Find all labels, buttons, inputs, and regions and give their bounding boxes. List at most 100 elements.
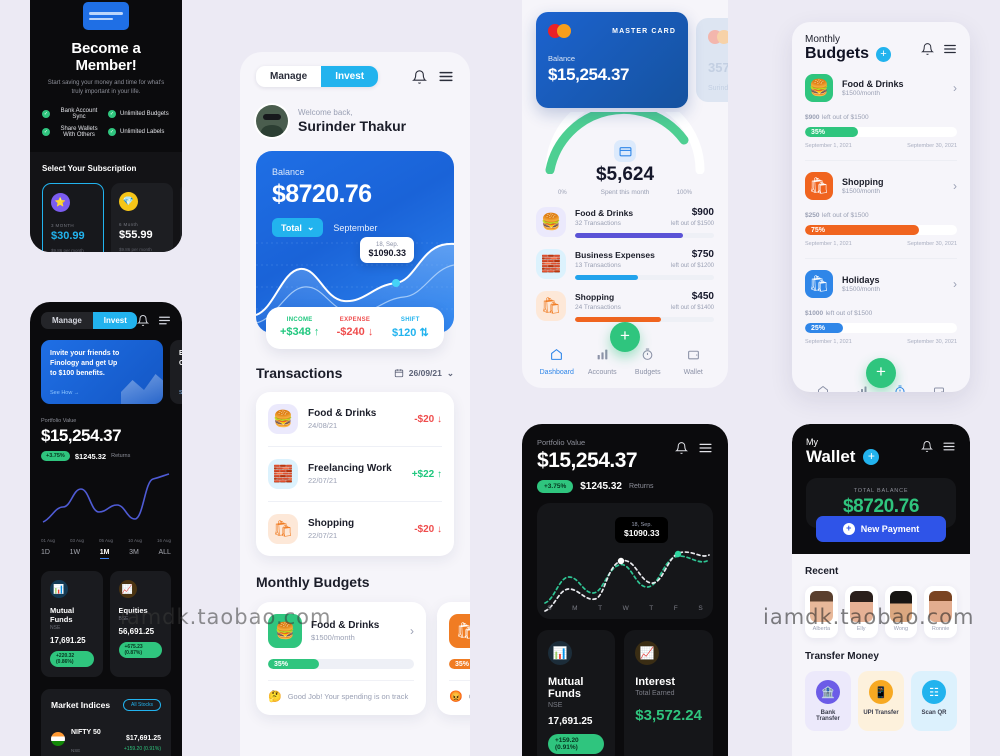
food-icon: 🍔 — [268, 614, 302, 648]
tile-interest[interactable]: 📈 Interest Total Earned $3,572.24 — [624, 630, 713, 756]
avatar[interactable] — [256, 105, 288, 137]
credit-card-back[interactable]: 3571 Surinder T — [696, 18, 728, 102]
hamburger-icon[interactable] — [438, 70, 454, 83]
tab-invest[interactable]: Invest — [92, 312, 137, 329]
feature-item: ✓ Unlimited Budgets — [108, 108, 170, 120]
nav-dashboard[interactable]: Dashboard — [534, 348, 580, 376]
add-button[interactable]: + — [610, 322, 640, 352]
budget-note-text: Oops — [469, 692, 470, 701]
budget-carousel[interactable]: 🍔 Food & Drinks $1500/month › 35% 🤔 Good… — [256, 602, 470, 715]
transfer-option-upi[interactable]: 📱 UPI Transfer — [858, 671, 904, 731]
range-selector[interactable]: 1D 1W 1M 3M ALL — [41, 549, 171, 559]
spending-row[interactable]: 🍔 Food & Drinks $900 32 Transactions lef… — [536, 207, 714, 238]
transfer-option-qr[interactable]: ☷ Scan QR — [911, 671, 957, 731]
promo-link[interactable]: See How → — [50, 390, 79, 396]
contact-card[interactable]: Elly — [844, 586, 878, 638]
add-button[interactable]: + — [866, 358, 896, 388]
hamburger-icon[interactable] — [942, 441, 956, 452]
transfer-money-section: Transfer Money 🏦 Bank Transfer 📱 UPI Tra… — [805, 651, 957, 731]
bell-icon[interactable] — [137, 314, 149, 327]
budget-item-holidays[interactable]: 🛍 Holidays $1500/month › $1000 left out … — [805, 259, 957, 356]
hamburger-icon[interactable] — [943, 43, 957, 55]
budget-sub: $1500/month — [842, 188, 880, 195]
range-3m[interactable]: 3M — [129, 549, 139, 559]
transaction-row[interactable]: 🍔 Food & Drinks 24/08/21 -$20 ↓ — [268, 392, 442, 447]
contact-card[interactable]: Alberta — [805, 586, 838, 638]
transfer-option-bank[interactable]: 🏦 Bank Transfer — [805, 671, 851, 731]
spending-amount: $900 — [691, 207, 714, 218]
budget-card-food[interactable]: 🍔 Food & Drinks $1500/month › 35% 🤔 Good… — [256, 602, 426, 715]
add-icon[interactable]: + — [876, 46, 891, 62]
welcome-block: Welcome back, Surinder Thakur — [256, 105, 454, 137]
range-all[interactable]: ALL — [158, 549, 170, 559]
wallet-title-big: Wallet — [806, 447, 856, 466]
spending-amount: $750 — [691, 249, 714, 260]
transaction-row[interactable]: 🧱 Freelancing Work 22/07/21 +$22 ↑ — [268, 447, 442, 502]
hamburger-icon[interactable] — [698, 442, 713, 454]
bell-icon[interactable] — [921, 42, 934, 56]
nav-budgets[interactable]: Budgets — [625, 348, 671, 376]
transactions-date-picker[interactable]: 26/09/21 ⌄ — [394, 368, 454, 379]
tile-sub: Total Earned — [635, 690, 675, 697]
plan-card-12-month[interactable]: 👑 12 Month $99.99 $9.86 per month — [180, 183, 182, 252]
chevron-right-icon[interactable]: › — [953, 81, 957, 95]
recent-contacts[interactable]: Alberta Elly Wong Ronnie — [805, 586, 957, 638]
range-1w[interactable]: 1W — [70, 549, 81, 559]
index-row[interactable]: NIFTY 50 NSE $17,691.25 +159.20 (0.91%) — [51, 721, 161, 756]
home-icon — [551, 348, 563, 360]
bell-icon[interactable] — [921, 440, 933, 453]
plan-card-6-month[interactable]: 💎 6 Month $55.99 $9.86 per month — [111, 183, 173, 252]
budget-sub: $1500/month — [842, 286, 880, 293]
plan-card-3-month[interactable]: ⭐ 3 MONTH $30.99 $9.86 per month — [42, 183, 104, 252]
credit-card-front[interactable]: MASTER CARD Balance $15,254.37 — [536, 12, 688, 108]
contact-card[interactable]: Wong — [884, 586, 918, 638]
bottom-nav[interactable]: + Dashboard Accounts Budgets Wallet — [792, 358, 970, 392]
tab-manage[interactable]: Manage — [41, 312, 93, 329]
range-1m[interactable]: 1M — [99, 549, 110, 559]
hamburger-icon[interactable] — [158, 315, 171, 326]
tile-equities[interactable]: 📈 Equities BSE 56,691.25 +675.23 (0.87%) — [109, 571, 171, 677]
tile-mutual-funds[interactable]: 📊 Mutual Funds NSE 17,691.25 +159.20 (0.… — [537, 630, 616, 756]
promo-card-interest[interactable]: Earn Interest on Idle Cash. See How → — [170, 340, 182, 404]
tab-manage[interactable]: Manage — [256, 66, 321, 87]
nav-wallet[interactable]: Wallet — [920, 384, 959, 392]
bell-icon[interactable] — [412, 69, 427, 85]
nav-dashboard[interactable]: Dashboard — [804, 384, 843, 392]
card-carousel[interactable]: 3571 Surinder T MASTER CARD Balance $15,… — [536, 4, 728, 108]
diamond-icon: 💎 — [119, 192, 138, 211]
feature-label: Bank Account Sync — [60, 108, 98, 120]
contact-card[interactable]: Ronnie — [924, 586, 957, 638]
new-payment-button[interactable]: + New Payment — [816, 516, 946, 542]
chevron-right-icon[interactable]: › — [410, 624, 414, 638]
all-stocks-button[interactable]: All Stocks — [123, 699, 161, 711]
promo-carousel[interactable]: Invite your friends to Finology and get … — [41, 340, 182, 404]
budget-item-food[interactable]: 🍔 Food & Drinks $1500/month › $900 left … — [805, 63, 957, 161]
home-icon — [818, 385, 829, 392]
add-icon[interactable]: + — [863, 449, 880, 465]
tile-mutual-funds[interactable]: 📊 Mutual Funds NSE 17,691.25 +220.32 (0.… — [41, 571, 103, 677]
range-1d[interactable]: 1D — [41, 549, 50, 559]
budget-note: 🤔 Good Job! Your spending is on track — [268, 680, 414, 703]
transaction-amount: -$20 ↓ — [414, 413, 442, 425]
nav-wallet[interactable]: Wallet — [671, 348, 717, 376]
spending-row[interactable]: 🧱 Business Expenses $750 13 Transactions… — [536, 249, 714, 280]
tile-change: +675.23 (0.87%) — [118, 642, 162, 658]
spending-row[interactable]: 🛍 Shopping $450 24 Transactions left out… — [536, 291, 714, 322]
tab-invest[interactable]: Invest — [321, 66, 379, 87]
promo-link[interactable]: See How → — [179, 390, 182, 396]
nav-label: Budgets — [634, 369, 661, 376]
bell-icon[interactable] — [675, 441, 688, 455]
transaction-row[interactable]: 🛍 Shopping 22/07/21 -$20 ↓ — [268, 502, 442, 556]
budget-card-shopping[interactable]: 🛍 Shopping $1500/month 35% 😡 Oops — [437, 602, 470, 715]
nav-accounts[interactable]: Accounts — [580, 348, 626, 376]
manage-invest-toggle[interactable]: Manage Invest — [41, 312, 137, 329]
bag-icon: 🛍 — [805, 172, 833, 200]
chevron-right-icon[interactable]: › — [953, 179, 957, 193]
funds-icon: 📊 — [548, 641, 572, 665]
manage-invest-toggle[interactable]: Manage Invest — [256, 66, 379, 87]
chevron-right-icon[interactable]: › — [953, 277, 957, 291]
bottom-nav[interactable]: + Dashboard Accounts Budgets Wallet — [522, 322, 728, 388]
wallet-title-small: My — [806, 437, 818, 447]
promo-card-invite[interactable]: Invite your friends to Finology and get … — [41, 340, 163, 404]
budget-item-shopping[interactable]: 🛍 Shopping $1500/month › $250 left out o… — [805, 161, 957, 259]
